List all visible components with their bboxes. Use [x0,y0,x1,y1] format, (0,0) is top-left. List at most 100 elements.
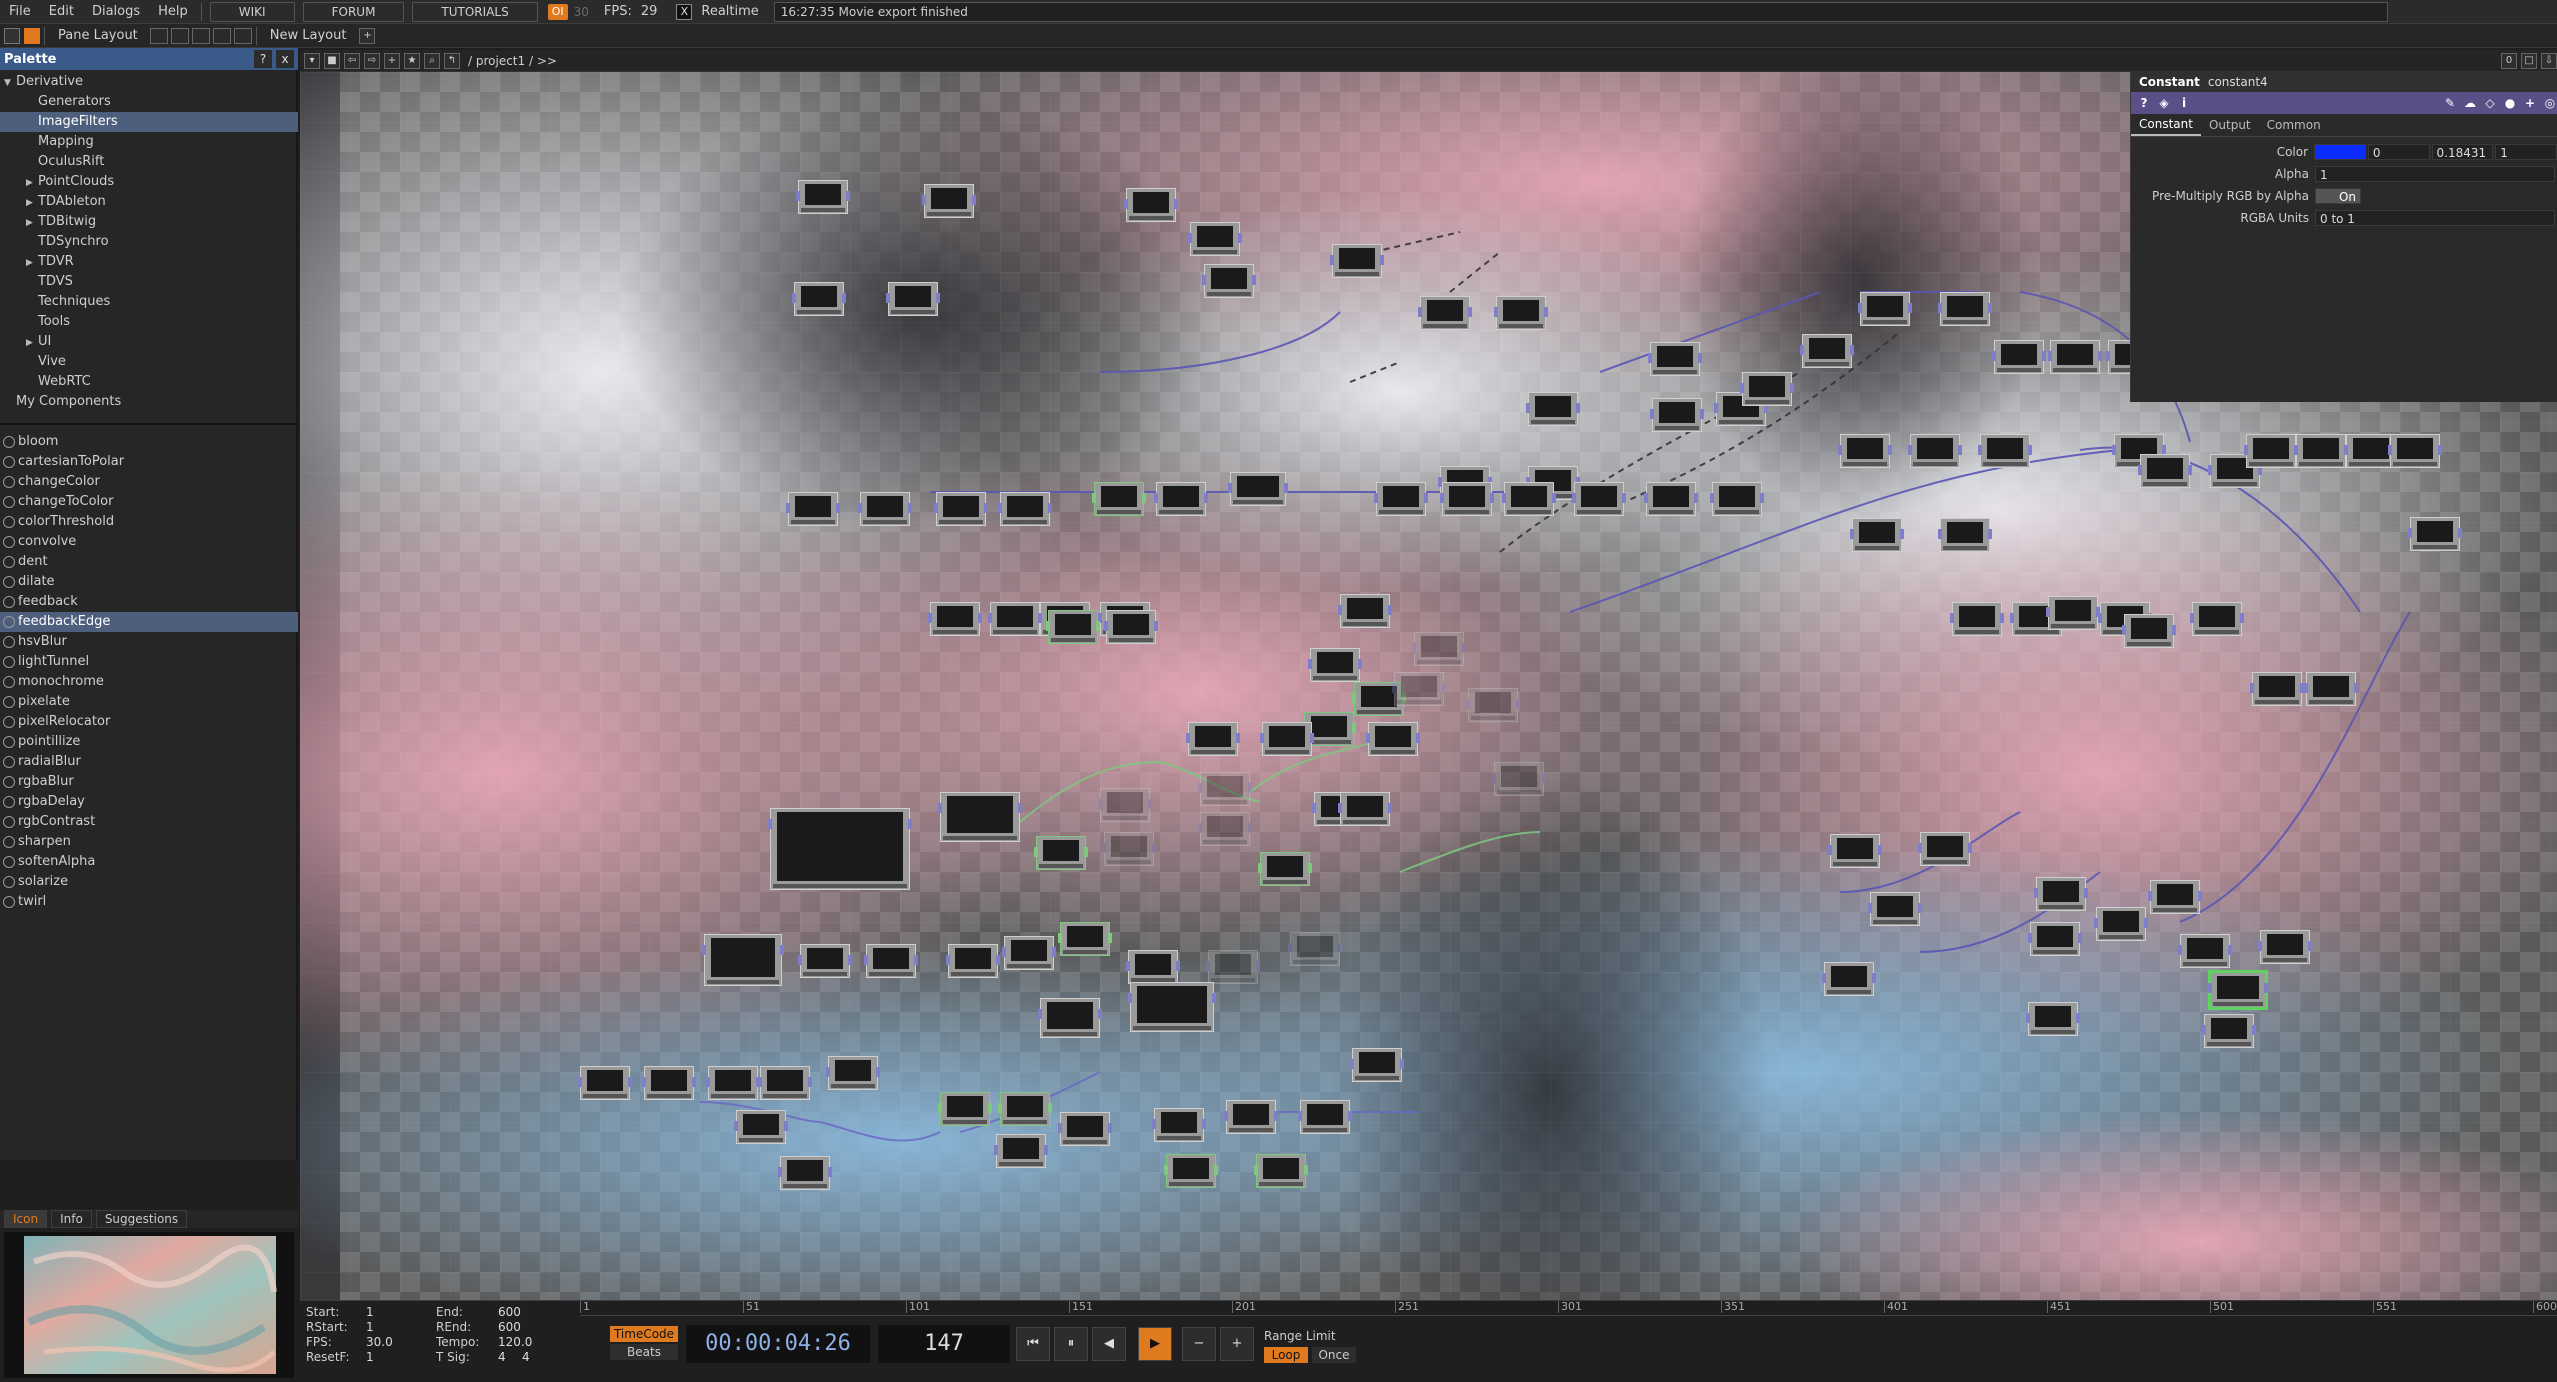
component-list-item[interactable]: radialBlur [0,752,298,772]
component-list-item[interactable]: twirl [0,892,298,912]
mid-node[interactable] [1228,472,1288,506]
palette-tree-item[interactable]: Tools [0,312,298,332]
up-icon[interactable]: ↰ [444,52,460,69]
component-list-item[interactable]: bloom [0,432,298,452]
layout-quad-icon[interactable] [233,27,252,44]
top-node[interactable] [1858,292,1912,326]
mid-node[interactable] [2388,434,2442,468]
color-icon[interactable]: ● [2503,96,2517,110]
mid-node[interactable] [1038,998,1102,1038]
add-icon[interactable]: + [384,52,400,69]
selected-node[interactable] [2208,970,2268,1010]
green-node[interactable] [1164,1154,1218,1188]
beats-button[interactable]: Beats [610,1344,678,1360]
color-swatch[interactable] [2314,144,2366,160]
right-node[interactable] [1828,834,1882,868]
expand-arrow-icon[interactable]: ▶ [26,253,38,273]
tutorials-button[interactable]: TUTORIALS [412,1,538,22]
menu-edit[interactable]: Edit [40,4,83,19]
ghost-node[interactable] [1198,772,1252,806]
palette-tree-item[interactable]: ▶ TDAbleton [0,192,298,212]
tab-suggestions[interactable]: Suggestions [95,1210,188,1228]
green-node[interactable] [1034,836,1088,870]
mid-node[interactable] [1950,602,2004,636]
left-node[interactable] [988,602,1042,636]
mid-node[interactable] [798,944,852,978]
expand-arrow-icon[interactable]: ▼ [4,73,16,93]
ghost-node[interactable] [1392,672,1446,706]
once-button[interactable]: Once [1312,1347,1356,1363]
palette-tree-item[interactable]: WebRTC [0,372,298,392]
left-node[interactable] [786,492,840,526]
mid-node[interactable] [2190,602,2244,636]
green-node[interactable] [1092,482,1146,516]
render-node[interactable] [1128,982,1216,1032]
palette-tree-item[interactable]: Generators [0,92,298,112]
right-node[interactable] [2046,596,2100,630]
palette-divider[interactable] [0,423,298,425]
download-icon[interactable] [24,27,40,44]
rstart-value[interactable]: 1 [366,1320,374,1334]
top-node[interactable] [796,180,850,214]
right-node[interactable] [2026,1002,2080,1036]
green-node[interactable] [1258,852,1312,886]
top-node[interactable] [1800,334,1854,368]
left-node[interactable] [886,282,940,316]
ghost-node[interactable] [1198,812,1252,846]
top-node[interactable] [1838,434,1892,468]
tsig-numerator[interactable]: 4 [498,1350,506,1364]
mid-node[interactable] [1572,482,1626,516]
top-node[interactable] [1526,392,1580,426]
palette-tree-item[interactable]: ▶ TDVR [0,252,298,272]
timeline-ruler[interactable]: 1 51 101 151 201 251 301 351 401 451 501 551 600 [580,1301,2557,1316]
green-node[interactable] [938,1092,992,1126]
top-node[interactable] [1202,264,1256,298]
layout-split-h-icon[interactable] [170,27,189,44]
component-list-item[interactable]: pixelRelocator [0,712,298,732]
new-layout-label[interactable]: New Layout [261,28,356,43]
mid-node[interactable] [2294,434,2348,468]
render-node[interactable] [768,808,912,890]
mid-node[interactable] [1850,518,1904,552]
menu-help[interactable]: Help [149,4,197,19]
expand-arrow-icon[interactable]: ▶ [26,333,38,353]
palette-tree-item[interactable]: Mapping [0,132,298,152]
rewind-icon[interactable]: ⏮ [1016,1327,1050,1361]
bottom-node[interactable] [578,1066,632,1100]
mid-node[interactable] [1502,482,1556,516]
component-list-item[interactable]: changeColor [0,472,298,492]
maximize-icon[interactable]: □ [2521,52,2537,69]
color-g-field[interactable]: 0.18431 [2431,144,2494,160]
left-node[interactable] [858,492,912,526]
right-node[interactable] [2304,672,2358,706]
component-list-item[interactable]: cartesianToPolar [0,452,298,472]
green-node[interactable] [1254,1154,1308,1188]
plus-icon[interactable]: + [1220,1327,1254,1361]
green-node[interactable] [1046,610,1100,644]
ghost-node[interactable] [1412,632,1466,666]
mid-node[interactable] [1338,792,1392,826]
right-node[interactable] [1918,832,1972,866]
tab-constant[interactable]: Constant [2131,114,2201,136]
mid-node[interactable] [1126,950,1180,984]
bottom-node[interactable] [1350,1048,1404,1082]
tsig-denominator[interactable]: 4 [522,1350,530,1364]
palette-tree-item[interactable]: ImageFilters [0,112,298,132]
tempo-value[interactable]: 120.0 [498,1335,532,1349]
pause-icon[interactable]: ⏸ [1054,1327,1088,1361]
mid-node[interactable] [1308,648,1362,682]
palette-tree-item[interactable]: Techniques [0,292,298,312]
component-list-item[interactable]: hsvBlur [0,632,298,652]
mid-node[interactable] [938,792,1022,842]
green-node[interactable] [998,1092,1052,1126]
left-node[interactable] [792,282,846,316]
tab-output[interactable]: Output [2201,115,2259,135]
palette-tree-item[interactable]: OculusRift [0,152,298,172]
mid-node[interactable] [1644,482,1698,516]
component-list-item[interactable]: feedback [0,592,298,612]
component-list-item[interactable]: sharpen [0,832,298,852]
top-node[interactable] [1188,222,1242,256]
component-list-item[interactable]: rgbaDelay [0,792,298,812]
green-node[interactable] [1058,922,1112,956]
help-icon[interactable]: ? [2137,96,2151,110]
